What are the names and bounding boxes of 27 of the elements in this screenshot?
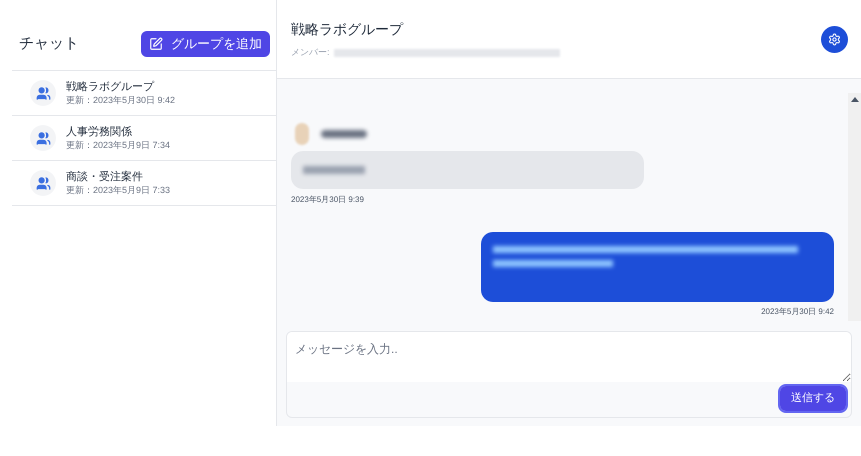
chat-name: 人事労務関係 [66,126,133,138]
blurred-message-text [303,166,365,174]
updated-time: 更新：2023年5月30日 9:42 [66,96,176,104]
message-time: 2023年5月30日 9:42 [761,306,834,318]
edit-icon [149,37,163,51]
settings-button[interactable] [821,26,848,52]
sidebar-title: チャット [19,34,79,54]
users-icon [36,86,50,100]
chat-title: 戦略ラボグループ [291,20,404,39]
chat-list-item[interactable]: 商談・受注案件 更新：2023年5月9日 7:33 [12,161,276,206]
message-time: 2023年5月30日 9:39 [291,194,365,206]
chat-list-item[interactable]: 人事労務関係 更新：2023年5月9日 7:34 [12,116,276,161]
members-label: メンバー: [291,46,330,59]
users-icon [36,130,50,146]
blurred-sender-name [321,130,367,138]
send-button[interactable]: 送信する [780,386,846,411]
chat-name: 戦略ラボグループ [66,82,156,92]
message-input[interactable]: メッセージを入力.. [287,332,851,382]
settings-icon [828,32,841,46]
chat-list-item[interactable]: 戦略ラボグループ 更新：2023年5月30日 9:42 [12,71,276,116]
scrollbar[interactable] [848,93,861,321]
updated-time: 更新：2023年5月9日 7:33 [66,186,170,194]
users-icon [36,176,50,190]
blurred-avatar [295,123,309,145]
chat-name: 商談・受注案件 [66,172,144,182]
add-group-button[interactable]: グループを追加 [141,31,270,57]
updated-time: 更新：2023年5月9日 7:34 [66,140,170,150]
